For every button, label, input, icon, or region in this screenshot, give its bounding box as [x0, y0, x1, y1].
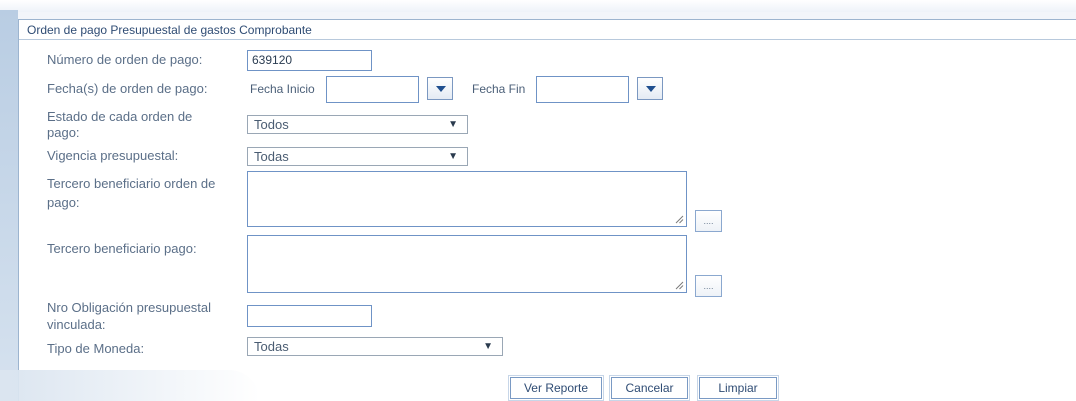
fecha-fin-label: Fecha Fin	[472, 82, 526, 96]
estado-selected-value: Todos	[254, 117, 289, 132]
fecha-fin-calendar-button[interactable]	[637, 77, 663, 100]
vigencia-selected-value: Todas	[254, 149, 289, 164]
resize-handle-icon[interactable]	[675, 215, 684, 224]
numero-orden-label: Número de orden de pago:	[47, 52, 203, 67]
obligacion-input[interactable]	[247, 305, 372, 327]
tercero-orden-label-line1: Tercero beneficiario orden de	[47, 176, 216, 191]
estado-label-line1: Estado de cada orden de	[47, 109, 193, 124]
limpiar-button[interactable]: Limpiar	[697, 375, 779, 401]
fecha-inicio-label: Fecha Inicio	[250, 82, 315, 96]
moneda-selected-value: Todas	[254, 339, 289, 354]
dropdown-arrow-icon: ▼	[448, 151, 458, 162]
fecha-fin-input[interactable]	[536, 76, 629, 103]
estado-select[interactable]: Todos ▼	[247, 115, 468, 134]
tercero-orden-label-line2: pago:	[47, 195, 80, 210]
tercero-pago-search-button[interactable]: ....	[695, 275, 722, 297]
numero-orden-input[interactable]: 639120	[247, 50, 372, 71]
tercero-pago-label: Tercero beneficiario pago:	[47, 241, 197, 256]
obligacion-label-line2: vinculada:	[47, 317, 106, 332]
window-top-shade	[0, 0, 1076, 12]
estado-label-line2: pago:	[47, 125, 80, 140]
cancelar-button[interactable]: Cancelar	[609, 375, 690, 401]
vigencia-select[interactable]: Todas ▼	[247, 147, 468, 166]
report-panel: Orden de pago Presupuestal de gastos Com…	[18, 19, 1076, 401]
resize-handle-icon[interactable]	[675, 281, 684, 290]
tercero-orden-search-button[interactable]: ....	[695, 210, 722, 232]
panel-title: Orden de pago Presupuestal de gastos Com…	[27, 23, 312, 37]
chevron-down-icon	[646, 86, 656, 92]
fecha-inicio-calendar-button[interactable]	[427, 77, 453, 100]
moneda-label: Tipo de Moneda:	[47, 341, 145, 356]
fechas-label: Fecha(s) de orden de pago:	[47, 81, 208, 96]
fecha-inicio-input[interactable]	[326, 76, 419, 103]
tercero-pago-textarea[interactable]	[247, 235, 687, 293]
ver-reporte-button[interactable]: Ver Reporte	[508, 375, 604, 401]
moneda-select[interactable]: Todas ▼	[247, 337, 503, 356]
vigencia-label: Vigencia presupuestal:	[47, 148, 179, 163]
decorative-swoosh	[0, 370, 260, 401]
obligacion-label-line1: Nro Obligación presupuestal	[47, 300, 212, 315]
chevron-down-icon	[436, 86, 446, 92]
tercero-orden-textarea[interactable]	[247, 171, 687, 227]
left-accent-bar	[0, 10, 18, 401]
panel-header: Orden de pago Presupuestal de gastos Com…	[19, 20, 1076, 40]
dropdown-arrow-icon: ▼	[483, 341, 493, 352]
dropdown-arrow-icon: ▼	[448, 119, 458, 130]
